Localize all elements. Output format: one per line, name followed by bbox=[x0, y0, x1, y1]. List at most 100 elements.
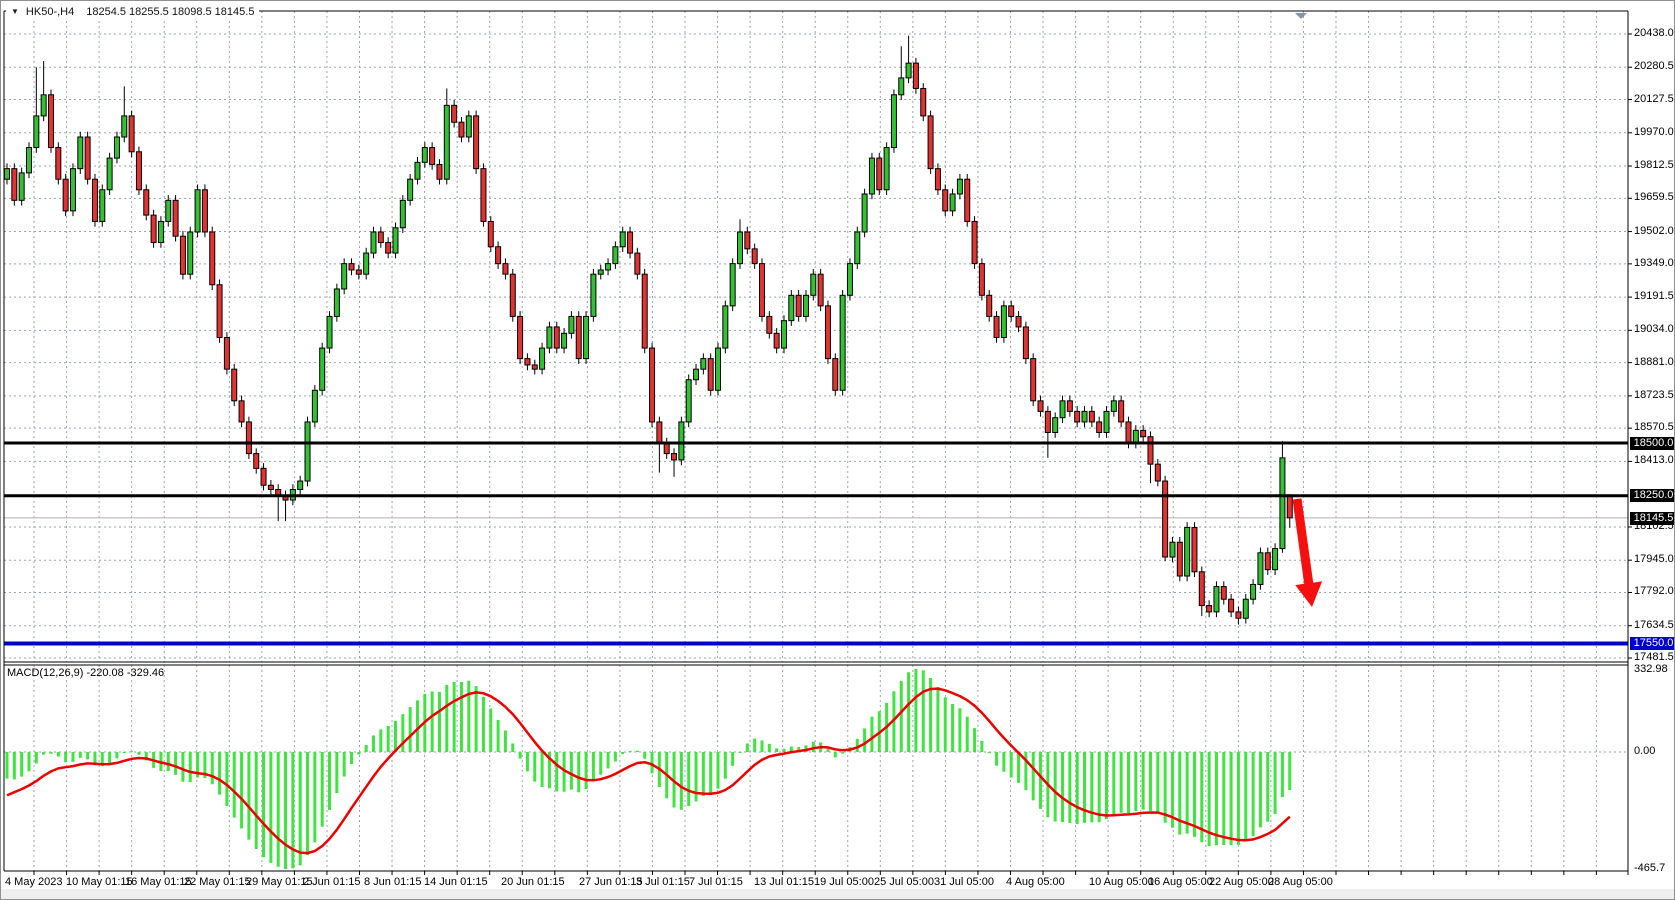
candle-bull bbox=[957, 179, 962, 194]
candle-bull bbox=[1243, 599, 1248, 618]
symbol-dropdown-icon[interactable]: ▼ bbox=[11, 4, 19, 19]
candle-bear bbox=[752, 249, 757, 264]
macd-histogram-bar bbox=[130, 751, 133, 752]
candle-bull bbox=[1133, 430, 1138, 443]
candle-bear bbox=[972, 221, 977, 263]
macd-histogram-bar bbox=[922, 670, 925, 752]
candle-bull bbox=[789, 295, 794, 320]
candle-bull bbox=[19, 173, 24, 200]
candle-bear bbox=[708, 359, 713, 391]
sell-arrow-annotation[interactable] bbox=[1293, 498, 1323, 607]
macd-histogram-bar bbox=[1032, 752, 1035, 800]
macd-histogram-bar bbox=[1230, 752, 1233, 845]
macd-histogram-bar bbox=[1076, 752, 1079, 824]
candle-bull bbox=[1251, 584, 1256, 599]
macd-histogram-bar bbox=[1259, 752, 1262, 827]
candle-bull bbox=[1104, 411, 1109, 432]
candle-bear bbox=[210, 232, 215, 285]
candle-bear bbox=[202, 190, 207, 232]
macd-histogram-bar bbox=[511, 743, 514, 752]
macd-histogram-bar bbox=[115, 752, 118, 758]
macd-histogram-bar bbox=[269, 752, 272, 863]
macd-histogram-bar bbox=[570, 752, 573, 790]
macd-histogram-bar bbox=[907, 672, 910, 752]
candle-bear bbox=[356, 270, 361, 274]
macd-histogram-bar bbox=[1215, 752, 1218, 845]
candle-bear bbox=[1119, 401, 1124, 422]
macd-histogram-bar bbox=[731, 752, 734, 766]
macd-indicator-label: MACD(12,26,9) -220.08 -329.46 bbox=[7, 667, 164, 679]
candle-bear bbox=[246, 422, 251, 454]
candle-bull bbox=[158, 221, 163, 242]
candle-bear bbox=[1045, 411, 1050, 432]
macd-histogram-bar bbox=[629, 751, 632, 752]
candle-bull bbox=[569, 316, 574, 333]
candle-bear bbox=[232, 369, 237, 401]
candle-bull bbox=[100, 190, 105, 222]
macd-histogram-bar bbox=[416, 700, 419, 752]
macd-histogram-bar bbox=[753, 739, 756, 752]
macd-histogram-bar bbox=[900, 681, 903, 752]
macd-histogram-bar bbox=[1244, 752, 1247, 841]
candle-bull bbox=[869, 158, 874, 194]
candle-bear bbox=[1038, 401, 1043, 412]
chart-canvas[interactable] bbox=[1, 1, 1675, 900]
candle-bear bbox=[921, 88, 926, 115]
macd-histogram-bar bbox=[350, 752, 353, 764]
macd-histogram-bar bbox=[966, 717, 969, 752]
candle-bear bbox=[767, 316, 772, 333]
candle-bull bbox=[34, 116, 39, 148]
candle-bear bbox=[1126, 422, 1131, 443]
candle-bear bbox=[943, 190, 948, 211]
macd-histogram-bar bbox=[453, 682, 456, 752]
candle-bull bbox=[26, 148, 31, 173]
candle-bear bbox=[437, 164, 442, 179]
macd-histogram-bar bbox=[936, 687, 939, 752]
window-bottom-margin bbox=[1, 889, 1675, 900]
macd-histogram-bar bbox=[467, 681, 470, 752]
candle-bear bbox=[254, 454, 259, 469]
candle-bear bbox=[386, 243, 391, 254]
candle-bull bbox=[312, 390, 317, 422]
candle-bear bbox=[877, 158, 882, 190]
macd-histogram-bar bbox=[277, 752, 280, 867]
macd-histogram-bar bbox=[533, 752, 536, 782]
macd-histogram-bar bbox=[174, 752, 177, 775]
scroll-marker-icon[interactable] bbox=[1295, 13, 1307, 19]
macd-histogram-bar bbox=[643, 752, 646, 759]
macd-histogram-bar bbox=[1083, 752, 1086, 823]
candle-bear bbox=[657, 422, 662, 443]
candle-bull bbox=[1185, 527, 1190, 576]
candle-bull bbox=[122, 116, 127, 137]
candle-bear bbox=[496, 247, 501, 264]
macd-histogram-bar bbox=[401, 714, 404, 752]
macd-histogram-bar bbox=[585, 752, 588, 789]
candle-bull bbox=[562, 333, 567, 348]
macd-histogram-bar bbox=[1054, 752, 1057, 822]
macd-histogram-bar bbox=[863, 728, 866, 752]
macd-histogram-bar bbox=[702, 752, 705, 796]
candle-bull bbox=[415, 162, 420, 179]
candle-bull bbox=[41, 95, 46, 116]
macd-histogram-bar bbox=[988, 752, 991, 753]
macd-histogram-bar bbox=[409, 707, 412, 752]
candle-bull bbox=[1111, 401, 1116, 412]
candle-bear bbox=[650, 348, 655, 422]
macd-histogram-bar bbox=[299, 752, 302, 865]
candle-bull bbox=[906, 63, 911, 78]
candle-bear bbox=[144, 190, 149, 215]
candle-bull bbox=[5, 169, 10, 180]
candle-bear bbox=[239, 401, 244, 422]
candle-bull bbox=[891, 95, 896, 148]
macd-histogram-bar bbox=[1002, 752, 1005, 772]
macd-histogram-bar bbox=[577, 752, 580, 792]
candle-bull bbox=[1214, 587, 1219, 612]
macd-histogram-bar bbox=[746, 744, 749, 752]
candle-bear bbox=[796, 295, 801, 316]
candle-bull bbox=[78, 137, 83, 169]
candle-bull bbox=[422, 148, 427, 163]
macd-histogram-bar bbox=[387, 726, 390, 752]
macd-histogram-bar bbox=[1274, 752, 1277, 814]
macd-histogram-bar bbox=[233, 752, 236, 818]
macd-histogram-bar bbox=[189, 752, 192, 782]
